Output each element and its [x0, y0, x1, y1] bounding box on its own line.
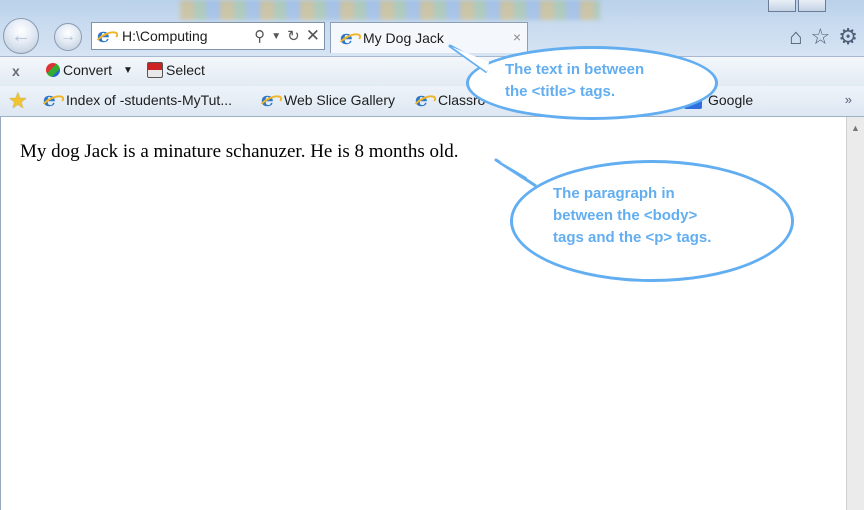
minimize-button[interactable]: [768, 0, 796, 12]
page-paragraph: My dog Jack is a minature schanuzer. He …: [20, 141, 459, 162]
gear-icon[interactable]: ⚙: [838, 24, 858, 50]
maximize-button[interactable]: [798, 0, 826, 12]
convert-icon: [46, 63, 60, 77]
favorite-label: Google: [708, 92, 754, 108]
select-label: Select: [166, 62, 205, 78]
select-button[interactable]: Select: [147, 62, 205, 78]
address-text[interactable]: H:\Computing: [122, 28, 208, 44]
address-bar[interactable]: e H:\Computing ⚲ ▼ ↻ ✕: [91, 22, 325, 50]
forward-button[interactable]: →: [54, 23, 82, 51]
browser-titlebar: ← → e H:\Computing ⚲ ▼ ↻ ✕ e My Dog Jack…: [0, 0, 864, 56]
search-icon[interactable]: ⚲: [254, 27, 265, 45]
ie-logo-icon: e: [39, 88, 67, 113]
scroll-up-icon[interactable]: ▲: [851, 123, 860, 133]
callout-title-line: The text in between: [505, 61, 645, 78]
favorite-label: Web Slice Gallery: [284, 92, 396, 108]
close-toolbar-button[interactable]: x: [12, 63, 20, 79]
ie-logo-icon: e: [411, 88, 439, 113]
ie-logo-icon: e: [257, 88, 285, 113]
callout-body-line: tags and the <p> tags.: [553, 229, 712, 246]
command-bar: x Convert ▼ Select: [0, 56, 864, 87]
ie-logo-icon: e: [93, 24, 121, 49]
ie-logo-icon: e: [336, 26, 364, 51]
refresh-icon[interactable]: ↻: [287, 27, 300, 45]
convert-button[interactable]: Convert ▼: [46, 62, 133, 78]
dropdown-arrow-icon[interactable]: ▼: [271, 31, 281, 42]
convert-dropdown-icon[interactable]: ▼: [123, 65, 133, 76]
favorites-star-icon[interactable]: ★: [8, 88, 28, 114]
window-controls: [766, 0, 826, 12]
convert-label: Convert: [63, 62, 113, 78]
tab-my-dog-jack[interactable]: e My Dog Jack ×: [330, 22, 528, 53]
favorite-item[interactable]: e Index of -students-MyTut...: [39, 88, 232, 113]
callout-body-line: The paragraph in: [553, 185, 675, 202]
favorites-overflow-icon[interactable]: »: [845, 92, 852, 107]
favorite-item[interactable]: e Web Slice Gallery: [257, 88, 396, 113]
callout-title: The text in between the <title> tags.: [466, 46, 718, 120]
callout-body-line: between the <body>: [553, 207, 698, 224]
stop-icon[interactable]: ✕: [306, 26, 320, 46]
callout-body: The paragraph in between the <body> tags…: [510, 160, 794, 282]
favorites-star-icon[interactable]: ☆: [811, 24, 831, 50]
tab-close-button[interactable]: ×: [513, 29, 521, 45]
favorite-label: Index of -students-MyTut...: [66, 92, 232, 108]
favorites-bar: ★ e Index of -students-MyTut... e Web Sl…: [0, 86, 864, 117]
select-icon: [147, 62, 163, 78]
callout-title-line: the <title> tags.: [505, 83, 616, 100]
background-taskbar-blur: [180, 0, 600, 20]
forward-arrow-icon: →: [60, 28, 76, 45]
vertical-scrollbar[interactable]: ▲: [846, 117, 864, 510]
back-button[interactable]: ←: [3, 18, 39, 54]
back-arrow-icon: ←: [11, 24, 31, 47]
tab-title: My Dog Jack: [363, 30, 444, 46]
home-icon[interactable]: ⌂: [789, 24, 802, 50]
